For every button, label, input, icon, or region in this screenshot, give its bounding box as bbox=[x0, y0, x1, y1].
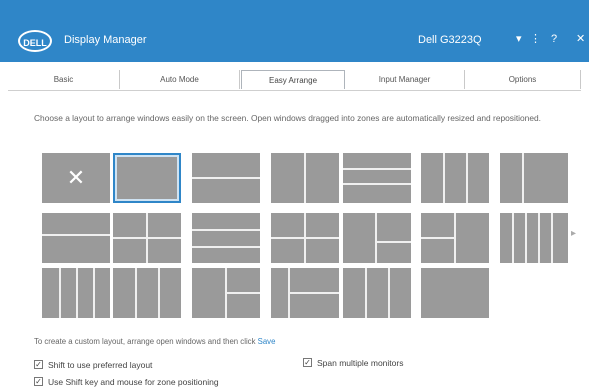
snap-option-label: Use Shift key and mouse for zone positio… bbox=[48, 377, 219, 387]
more-icon[interactable]: ⋮ bbox=[530, 32, 541, 46]
layout-tile-columns-right-split[interactable] bbox=[271, 268, 339, 318]
snap-checkbox[interactable]: ✓ bbox=[34, 377, 43, 386]
custom-layout-hint: To create a custom layout, arrange open … bbox=[34, 337, 275, 346]
next-page-icon[interactable]: ▸ bbox=[571, 228, 576, 239]
zone-divider bbox=[192, 246, 260, 248]
zone-divider bbox=[42, 234, 110, 236]
zone-divider bbox=[443, 153, 445, 203]
shift-checkbox[interactable]: ✓ bbox=[34, 360, 43, 369]
zone-divider bbox=[375, 241, 411, 243]
zone-divider bbox=[375, 213, 377, 263]
layout-tile-grid-three[interactable] bbox=[343, 268, 411, 318]
tab-easy-arrange[interactable]: Easy Arrange bbox=[241, 70, 345, 89]
zone-divider bbox=[225, 292, 260, 294]
layout-tile-three-columns-alt[interactable] bbox=[500, 153, 568, 203]
dell-logo: DELL bbox=[18, 30, 52, 52]
zone-divider bbox=[288, 292, 339, 294]
no-layout-icon: ✕ bbox=[66, 165, 86, 190]
layout-tile-three-columns[interactable] bbox=[421, 153, 489, 203]
tab-options[interactable]: Options bbox=[465, 70, 581, 89]
zone-divider bbox=[551, 213, 553, 263]
tab-divider bbox=[8, 90, 581, 91]
layout-tile-grid-2x2-small[interactable] bbox=[271, 213, 339, 263]
zone-divider bbox=[538, 213, 540, 263]
tab-auto-mode[interactable]: Auto Mode bbox=[120, 70, 240, 89]
zone-divider bbox=[158, 268, 160, 318]
monitor-name[interactable]: Dell G3223Q bbox=[418, 34, 482, 46]
layout-tile-two-rows-top-small[interactable] bbox=[192, 153, 260, 203]
zone-divider bbox=[343, 168, 411, 170]
zone-divider bbox=[466, 153, 468, 203]
zone-divider bbox=[192, 177, 260, 179]
hint-text: To create a custom layout, arrange open … bbox=[34, 337, 256, 346]
chevron-down-icon[interactable]: ▾ bbox=[516, 32, 522, 46]
app-title: Display Manager bbox=[64, 34, 147, 46]
layout-tile-four-columns[interactable] bbox=[42, 268, 110, 318]
zone-divider bbox=[343, 183, 411, 185]
layout-tile-two-rows-bottom-big[interactable] bbox=[42, 213, 110, 263]
zone-divider bbox=[93, 268, 95, 318]
layout-tile-full[interactable] bbox=[113, 153, 181, 203]
tab-basic[interactable]: Basic bbox=[8, 70, 120, 89]
layout-tile-two-columns[interactable] bbox=[271, 153, 339, 203]
shift-option-label: Shift to use preferred layout bbox=[48, 360, 153, 370]
zone-divider bbox=[192, 229, 260, 231]
zone-divider bbox=[525, 213, 527, 263]
zone-divider bbox=[135, 268, 137, 318]
layout-tile-columns-split[interactable] bbox=[421, 213, 489, 263]
help-icon[interactable]: ? bbox=[551, 32, 557, 46]
title-bar: DELL Display Manager Dell G3223Q ▾ ⋮ ? ✕ bbox=[0, 0, 589, 62]
zone-divider bbox=[522, 153, 524, 203]
zone-divider bbox=[304, 153, 306, 203]
layout-tile-two-columns-wide[interactable] bbox=[113, 268, 181, 318]
tab-input-manager[interactable]: Input Manager bbox=[345, 70, 465, 89]
save-link[interactable]: Save bbox=[258, 337, 276, 346]
layout-tile-three-columns-right[interactable] bbox=[192, 268, 260, 318]
layout-tile-three-rows[interactable] bbox=[343, 153, 411, 203]
zone-divider bbox=[421, 237, 455, 239]
zone-divider bbox=[512, 213, 514, 263]
zone-divider bbox=[76, 268, 78, 318]
zone-divider bbox=[113, 237, 181, 239]
tab-bar: Basic Auto Mode Easy Arrange Input Manag… bbox=[8, 70, 581, 90]
zone-divider bbox=[365, 268, 367, 318]
close-icon[interactable]: ✕ bbox=[576, 32, 585, 46]
layout-tile-five-columns[interactable] bbox=[500, 213, 568, 263]
layout-tile-three-rows-uneven[interactable] bbox=[192, 213, 260, 263]
description-text: Choose a layout to arrange windows easil… bbox=[34, 113, 541, 123]
zone-divider bbox=[388, 268, 390, 318]
layout-tile-custom-corner[interactable] bbox=[421, 268, 489, 318]
zone-divider bbox=[271, 237, 339, 239]
span-monitors-label: Span multiple monitors bbox=[317, 358, 404, 368]
layout-tile-none[interactable]: ✕ bbox=[42, 153, 110, 203]
layout-tile-quad-grid[interactable] bbox=[113, 213, 181, 263]
zone-divider bbox=[59, 268, 61, 318]
layout-tile-big-with-small[interactable] bbox=[343, 213, 411, 263]
span-monitors-checkbox[interactable]: ✓ bbox=[303, 358, 312, 367]
